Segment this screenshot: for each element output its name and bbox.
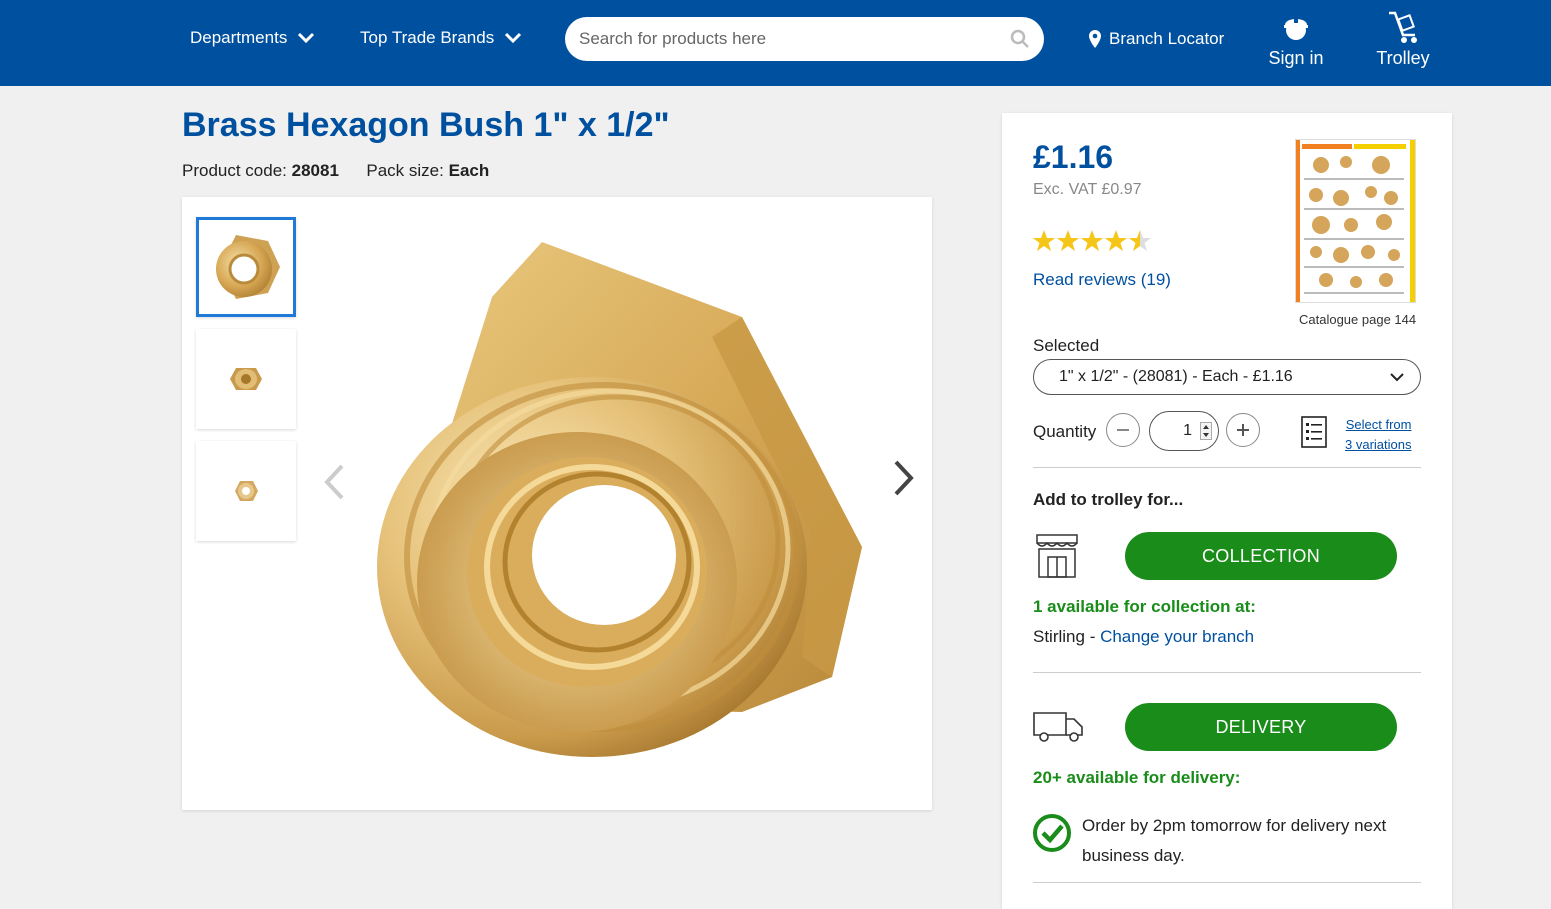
search-bar [565,17,1044,61]
variations-link-line2: 3 variations [1345,437,1412,452]
change-branch-link[interactable]: Change your branch [1100,627,1254,646]
delivery-cutoff-note: Order by 2pm tomorrow for delivery next … [1082,816,1387,865]
quantity-value: 1 [1183,422,1192,439]
pack-size-label: Pack size: [366,161,444,180]
branch-locator-label: Branch Locator [1109,29,1225,48]
minus-icon [1117,429,1129,431]
gallery-thumbnail[interactable] [196,441,296,541]
product-title: Brass Hexagon Bush 1" x 1/2" [182,106,670,144]
quantity-decrease-button[interactable] [1106,413,1140,447]
quantity-label: Quantity [1033,422,1097,441]
chevron-down-icon [505,32,522,44]
pack-size: Each [448,161,490,180]
price-ex-vat: Exc. VAT £0.97 [1033,181,1142,198]
check-circle-icon [1033,814,1071,852]
catalogue-page-label: Catalogue page 144 [1299,312,1417,327]
divider [1033,467,1421,468]
list-icon[interactable] [1301,416,1327,448]
chevron-down-icon [298,32,315,44]
price: £1.16 [1033,139,1114,175]
star-icon [1081,230,1103,251]
product-meta: Product code: 28081 Pack size: Each [182,161,489,181]
variant-select-value: 1" x 1/2" - (28081) - Each - £1.16 [1059,368,1293,385]
brass-bush-thumb-image [230,368,262,390]
half-star-icon [1129,230,1151,251]
departments-menu[interactable]: Departments [190,28,315,48]
branch-locator-link[interactable]: Branch Locator [1089,29,1224,49]
next-image-arrow-icon[interactable] [892,459,916,497]
top-trade-brands-menu[interactable]: Top Trade Brands [360,28,522,48]
add-to-trolley-label: Add to trolley for... [1033,490,1184,509]
collection-availability: 1 available for collection at: [1033,597,1256,616]
trolley-label: Trolley [1376,48,1430,68]
variations-link-line1: Select from [1345,417,1412,432]
search-input[interactable] [579,29,1010,49]
search-icon[interactable] [1010,29,1030,49]
spinner-arrows-icon[interactable] [1200,422,1212,440]
delivery-button[interactable]: DELIVERY [1125,703,1397,751]
departments-label: Departments [190,28,288,47]
sign-in-label: Sign in [1268,48,1324,68]
rating-stars [1032,229,1152,253]
top-trade-brands-label: Top Trade Brands [360,28,495,47]
quantity-increase-button[interactable] [1226,413,1260,447]
variant-select[interactable]: 1" x 1/2" - (28081) - Each - £1.16 [1033,359,1421,395]
quantity-stepper[interactable]: 1 [1149,411,1219,451]
select-variations-link[interactable]: Select from 3 variations [1345,415,1411,455]
store-icon [1036,534,1078,578]
divider [1033,672,1421,673]
branch-name: Stirling [1033,627,1085,646]
previous-image-arrow-icon[interactable] [322,463,346,501]
product-code-label: Product code: [182,161,287,180]
delivery-availability: 20+ available for delivery: [1033,768,1241,787]
plus-icon [1237,424,1249,436]
product-gallery [182,197,932,810]
collection-button[interactable]: COLLECTION [1125,532,1397,580]
gallery-thumbnail[interactable] [196,217,296,317]
sign-in-button[interactable]: Sign in [1266,8,1326,69]
branch-separator: - [1084,627,1101,646]
chevron-down-icon [1390,372,1404,381]
brass-bush-thumb-image [235,481,258,501]
hard-hat-icon [1284,15,1308,40]
brass-bush-thumb-image [216,235,280,299]
map-pin-icon [1089,30,1101,48]
star-icon [1033,230,1055,251]
catalogue-page-thumbnail[interactable] [1295,139,1416,303]
gallery-thumbnail[interactable] [196,329,296,429]
trolley-icon [1389,11,1417,43]
delivery-van-icon [1033,712,1083,742]
buy-panel: £1.16 Exc. VAT £0.97 Read reviews (19) C… [1002,113,1452,909]
selected-label: Selected [1033,336,1100,355]
divider [1033,882,1421,883]
star-icon [1105,230,1127,251]
product-code: 28081 [291,161,339,180]
branch-info: Stirling - Change your branch [1033,627,1254,647]
catalogue-page-image [1296,140,1415,302]
star-icon [1057,230,1079,251]
trolley-button[interactable]: Trolley [1373,8,1433,69]
product-main-image [377,242,862,757]
site-header: Departments Top Trade Brands Branch Loca… [0,0,1551,86]
read-reviews-link[interactable]: Read reviews (19) [1033,270,1171,290]
